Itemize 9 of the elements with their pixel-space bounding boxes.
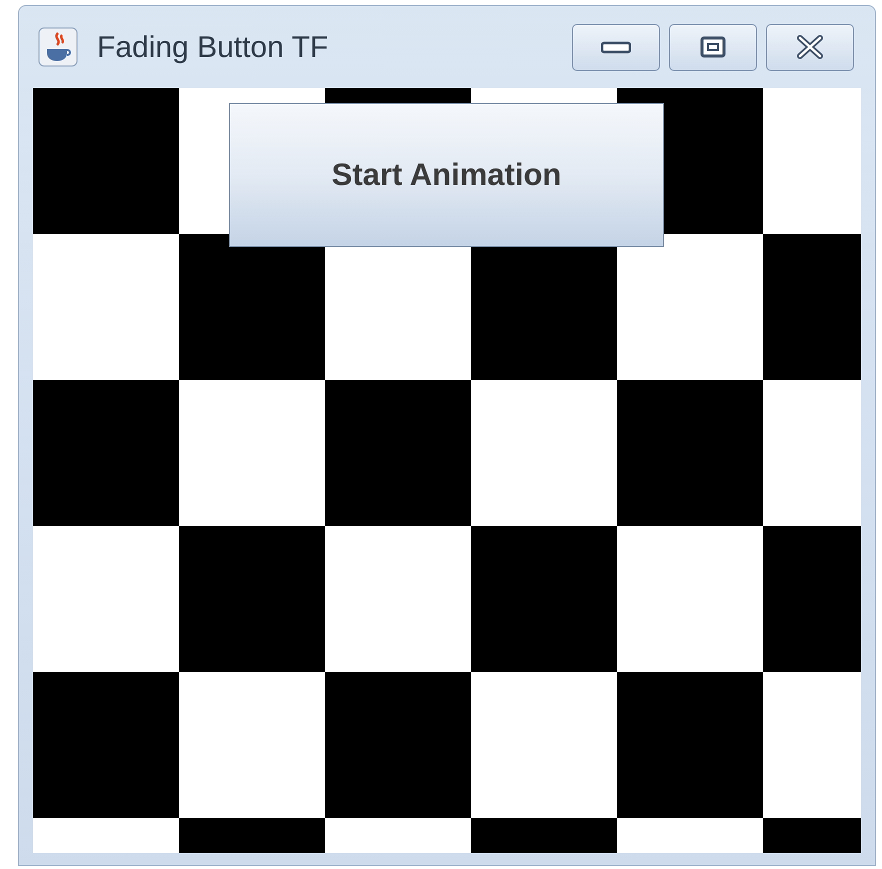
window-title: Fading Button TF bbox=[97, 30, 328, 66]
minimize-icon bbox=[601, 40, 631, 54]
maximize-button[interactable] bbox=[669, 24, 757, 70]
close-button[interactable] bbox=[766, 24, 854, 70]
minimize-button[interactable] bbox=[572, 24, 660, 70]
maximize-icon bbox=[700, 36, 726, 58]
close-icon bbox=[795, 35, 825, 59]
coffee-cup-icon bbox=[38, 27, 78, 67]
start-animation-button[interactable]: Start Animation bbox=[229, 103, 664, 247]
